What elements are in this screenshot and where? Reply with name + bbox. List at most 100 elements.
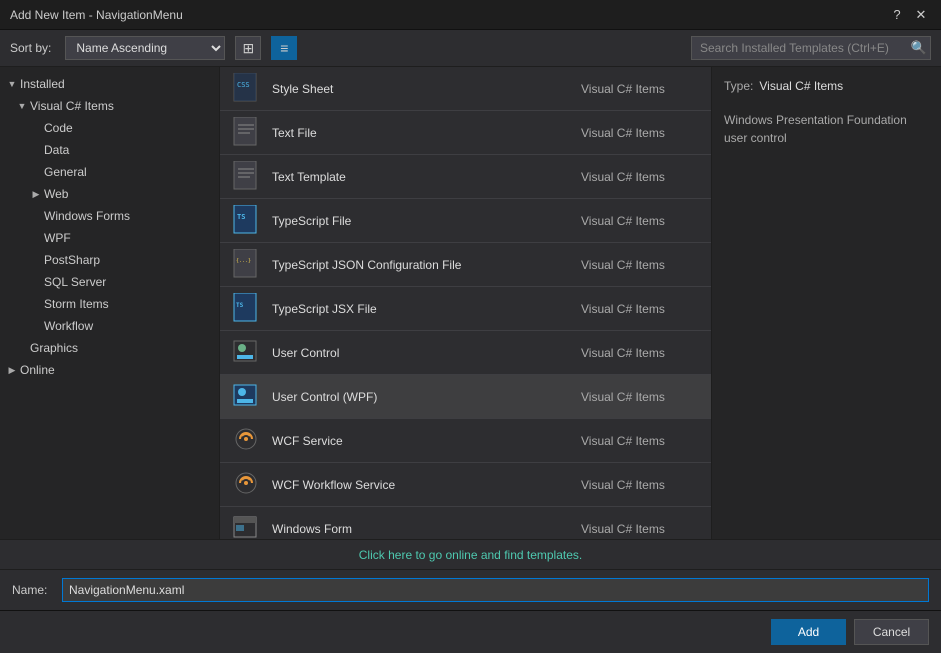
name-label: Name: bbox=[12, 583, 52, 597]
sidebar-item-sql-server[interactable]: ▶ SQL Server bbox=[0, 271, 219, 293]
sidebar-item-wpf[interactable]: ▶ WPF bbox=[0, 227, 219, 249]
sidebar-item-label: Installed bbox=[20, 77, 65, 91]
sidebar-item-general[interactable]: ▶ General bbox=[0, 161, 219, 183]
expand-icon: ▶ bbox=[28, 186, 44, 202]
svg-text:{...}: {...} bbox=[236, 258, 251, 264]
sidebar-item-label: Code bbox=[44, 121, 73, 135]
item-icon: CSS bbox=[230, 73, 262, 105]
online-bar: Click here to go online and find templat… bbox=[0, 539, 941, 569]
list-item[interactable]: CSS Style Sheet Visual C# Items bbox=[220, 67, 711, 111]
sort-label: Sort by: bbox=[10, 41, 51, 55]
name-bar: Name: bbox=[0, 569, 941, 610]
sidebar-item-online[interactable]: ▶ Online bbox=[0, 359, 219, 381]
item-icon: {...} bbox=[230, 249, 262, 281]
sort-dropdown[interactable]: Name Ascending Name Descending Type bbox=[65, 36, 225, 60]
item-name: User Control bbox=[272, 346, 581, 360]
grid-view-button[interactable]: ⊞ bbox=[235, 36, 261, 60]
dialog: Sort by: Name Ascending Name Descending … bbox=[0, 30, 941, 653]
help-button[interactable]: ? bbox=[887, 5, 907, 25]
title-bar: Add New Item - NavigationMenu ? ✕ bbox=[0, 0, 941, 30]
item-category: Visual C# Items bbox=[581, 126, 701, 140]
title-bar-controls: ? ✕ bbox=[887, 5, 931, 25]
item-name: TypeScript JSON Configuration File bbox=[272, 258, 581, 272]
item-category: Visual C# Items bbox=[581, 434, 701, 448]
sidebar-item-label: Graphics bbox=[30, 341, 78, 355]
add-button[interactable]: Add bbox=[771, 619, 846, 645]
item-name: Text Template bbox=[272, 170, 581, 184]
sidebar-item-workflow[interactable]: ▶ Workflow bbox=[0, 315, 219, 337]
sidebar-item-installed[interactable]: ▼ Installed bbox=[0, 73, 219, 95]
sidebar-item-windows-forms[interactable]: ▶ Windows Forms bbox=[0, 205, 219, 227]
sidebar-item-label: Storm Items bbox=[44, 297, 109, 311]
item-icon bbox=[230, 337, 262, 369]
item-category: Visual C# Items bbox=[581, 82, 701, 96]
item-category: Visual C# Items bbox=[581, 258, 701, 272]
sidebar-item-storm-items[interactable]: ▶ Storm Items bbox=[0, 293, 219, 315]
sidebar-item-postsharp[interactable]: ▶ PostSharp bbox=[0, 249, 219, 271]
item-icon bbox=[230, 425, 262, 457]
main-content: ▼ Installed ▼ Visual C# Items ▶ Code ▶ D… bbox=[0, 67, 941, 539]
name-input[interactable] bbox=[62, 578, 929, 602]
item-icon: TS bbox=[230, 293, 262, 325]
item-icon bbox=[230, 161, 262, 193]
sidebar-item-label: Online bbox=[20, 363, 55, 377]
sidebar-item-label: General bbox=[44, 165, 87, 179]
search-input[interactable] bbox=[691, 36, 931, 60]
type-label: Type: bbox=[724, 79, 753, 93]
close-button[interactable]: ✕ bbox=[911, 5, 931, 25]
list-item[interactable]: WCF Service Visual C# Items bbox=[220, 419, 711, 463]
sidebar-item-visual-cs-items[interactable]: ▼ Visual C# Items bbox=[0, 95, 219, 117]
item-icon bbox=[230, 381, 262, 413]
list-item[interactable]: WCF Workflow Service Visual C# Items bbox=[220, 463, 711, 507]
item-icon bbox=[230, 513, 262, 540]
svg-text:TS: TS bbox=[237, 213, 245, 221]
item-list[interactable]: CSS Style Sheet Visual C# Items Text Fil… bbox=[220, 67, 711, 539]
cancel-button[interactable]: Cancel bbox=[854, 619, 929, 645]
item-name: Text File bbox=[272, 126, 581, 140]
item-name: Windows Form bbox=[272, 522, 581, 536]
sidebar-item-label: PostSharp bbox=[44, 253, 100, 267]
online-link[interactable]: Click here to go online and find templat… bbox=[359, 548, 582, 562]
list-item[interactable]: TS TypeScript File Visual C# Items bbox=[220, 199, 711, 243]
list-item[interactable]: Windows Form Visual C# Items bbox=[220, 507, 711, 539]
sidebar-item-label: WPF bbox=[44, 231, 71, 245]
search-icon[interactable]: 🔍 bbox=[911, 40, 927, 56]
list-item[interactable]: User Control (WPF) Visual C# Items bbox=[220, 375, 711, 419]
search-box: 🔍 bbox=[691, 36, 931, 60]
toolbar: Sort by: Name Ascending Name Descending … bbox=[0, 30, 941, 67]
item-icon: TS bbox=[230, 205, 262, 237]
item-category: Visual C# Items bbox=[581, 478, 701, 492]
sidebar: ▼ Installed ▼ Visual C# Items ▶ Code ▶ D… bbox=[0, 67, 220, 539]
item-category: Visual C# Items bbox=[581, 170, 701, 184]
right-panel: Type: Visual C# Items Windows Presentati… bbox=[711, 67, 941, 539]
item-name: WCF Service bbox=[272, 434, 581, 448]
action-buttons: Add Cancel bbox=[0, 610, 941, 653]
list-item[interactable]: Text File Visual C# Items bbox=[220, 111, 711, 155]
list-item[interactable]: {...} TypeScript JSON Configuration File… bbox=[220, 243, 711, 287]
sidebar-item-graphics[interactable]: ▶ Graphics bbox=[0, 337, 219, 359]
item-category: Visual C# Items bbox=[581, 302, 701, 316]
item-category: Visual C# Items bbox=[581, 214, 701, 228]
sidebar-item-label: Data bbox=[44, 143, 69, 157]
svg-text:CSS: CSS bbox=[237, 81, 250, 89]
list-item[interactable]: TS TypeScript JSX File Visual C# Items bbox=[220, 287, 711, 331]
sidebar-item-web[interactable]: ▶ Web bbox=[0, 183, 219, 205]
expand-icon: ▼ bbox=[14, 98, 30, 114]
item-category: Visual C# Items bbox=[581, 390, 701, 404]
expand-icon: ▼ bbox=[4, 76, 20, 92]
sidebar-item-data[interactable]: ▶ Data bbox=[0, 139, 219, 161]
list-view-button[interactable]: ≡ bbox=[271, 36, 297, 60]
item-category: Visual C# Items bbox=[581, 522, 701, 536]
item-name: User Control (WPF) bbox=[272, 390, 581, 404]
list-item[interactable]: User Control Visual C# Items bbox=[220, 331, 711, 375]
sidebar-item-label: Windows Forms bbox=[44, 209, 130, 223]
item-name: WCF Workflow Service bbox=[272, 478, 581, 492]
item-category: Visual C# Items bbox=[581, 346, 701, 360]
type-description: Windows Presentation Foundation user con… bbox=[724, 111, 929, 147]
sidebar-item-code[interactable]: ▶ Code bbox=[0, 117, 219, 139]
sidebar-item-label: SQL Server bbox=[44, 275, 106, 289]
list-item[interactable]: Text Template Visual C# Items bbox=[220, 155, 711, 199]
sidebar-item-label: Workflow bbox=[44, 319, 93, 333]
expand-icon: ▶ bbox=[4, 362, 20, 378]
sidebar-item-label: Visual C# Items bbox=[30, 99, 114, 113]
